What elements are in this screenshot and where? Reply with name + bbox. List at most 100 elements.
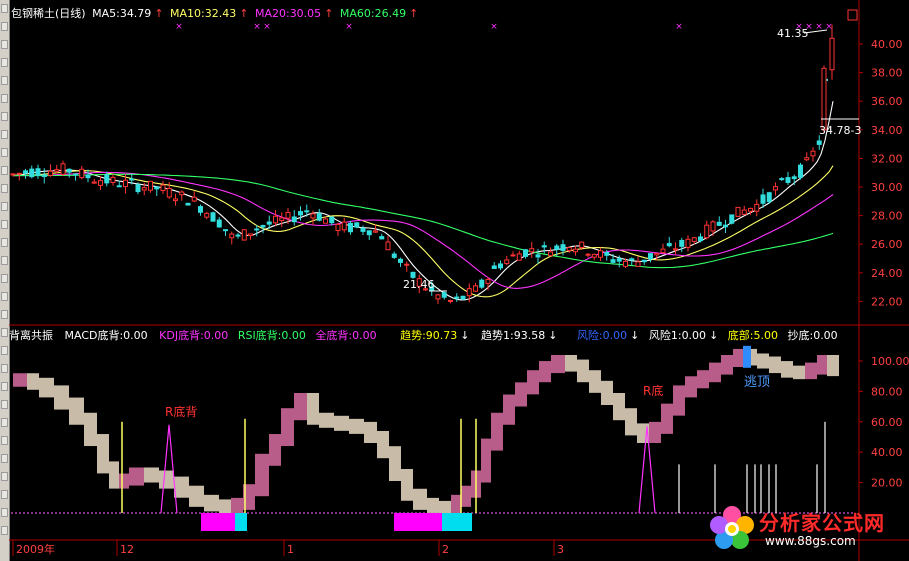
candle-up bbox=[585, 253, 591, 256]
candle-down bbox=[235, 234, 241, 237]
trend-bar-down bbox=[625, 408, 637, 436]
candle-down bbox=[260, 225, 266, 228]
y-tick-label: 34.00 bbox=[871, 124, 903, 137]
date-label: 2009年 bbox=[16, 542, 55, 556]
toolbar-button[interactable] bbox=[1, 112, 8, 121]
toolbar-button[interactable] bbox=[1, 292, 8, 301]
down-arrow-icon: ↓ bbox=[548, 329, 558, 342]
r-divergence-label: R底背 bbox=[165, 404, 197, 419]
candle-down bbox=[541, 245, 547, 248]
candle-up bbox=[504, 259, 510, 265]
y-tick-label: 32.00 bbox=[871, 152, 903, 165]
toolbar-button[interactable] bbox=[1, 418, 8, 427]
signal-mark: × bbox=[345, 22, 353, 32]
toolbar-button[interactable] bbox=[1, 94, 8, 103]
candle-up bbox=[10, 173, 16, 176]
candle-up bbox=[735, 206, 741, 217]
toolbar-button[interactable] bbox=[1, 256, 8, 265]
kline-chart[interactable]: 40.00 38.00 36.00 34.00 32.00 30.00 28.00 26.00… bbox=[9, 0, 909, 561]
trend-bar-up bbox=[805, 362, 817, 380]
trend-bar-down bbox=[219, 499, 231, 515]
toolbar-button[interactable] bbox=[1, 166, 8, 175]
candle-up bbox=[60, 163, 66, 175]
candle-down bbox=[216, 219, 222, 228]
toolbar-button[interactable] bbox=[1, 490, 8, 499]
candle-up bbox=[821, 67, 827, 131]
legend-macd: MACD底背:0.00 bbox=[64, 329, 148, 342]
trend-bar-up bbox=[817, 355, 827, 375]
toolbar-button[interactable] bbox=[1, 508, 8, 517]
trend-bar-down bbox=[565, 355, 577, 372]
toolbar-button[interactable] bbox=[1, 202, 8, 211]
toolbar-button[interactable] bbox=[1, 472, 8, 481]
trend-bar-up bbox=[539, 361, 551, 383]
candle-down bbox=[410, 271, 416, 278]
trend-bar-up bbox=[649, 421, 661, 443]
candle-up bbox=[373, 230, 378, 233]
toolbar-button[interactable] bbox=[1, 436, 8, 445]
toolbar-button[interactable] bbox=[1, 526, 8, 535]
toolbar-button[interactable] bbox=[1, 454, 8, 463]
trend-bar-up bbox=[697, 370, 709, 389]
risk-bar bbox=[743, 345, 751, 368]
toolbar-button[interactable] bbox=[1, 130, 8, 139]
y-tick-label: 38.00 bbox=[871, 67, 903, 80]
candle-up bbox=[710, 221, 716, 232]
candle-down bbox=[329, 216, 335, 224]
trend-bar-down bbox=[769, 356, 781, 374]
toolbar-button[interactable] bbox=[1, 346, 8, 355]
candle-down bbox=[779, 178, 785, 181]
toolbar-button[interactable] bbox=[1, 184, 8, 193]
toolbar-button[interactable] bbox=[1, 40, 8, 49]
candle-up bbox=[754, 203, 760, 212]
toolbar-button[interactable] bbox=[1, 148, 8, 157]
candle-up bbox=[229, 233, 235, 239]
candle-down bbox=[379, 236, 385, 240]
maximize-icon bbox=[847, 9, 858, 21]
candle-down bbox=[210, 212, 216, 222]
toolbar-button[interactable] bbox=[1, 4, 8, 13]
high-price-label: 41.35 bbox=[777, 27, 809, 40]
trend-bar-down bbox=[439, 500, 451, 515]
trend-bar-down bbox=[793, 365, 805, 380]
bottom-block bbox=[235, 513, 247, 531]
toolbar-button[interactable] bbox=[1, 76, 8, 85]
candle-down bbox=[629, 258, 635, 261]
candle-up bbox=[310, 213, 316, 219]
candle-down bbox=[198, 206, 203, 213]
trend-bar-down bbox=[27, 373, 39, 390]
y-tick-label: 40.00 bbox=[871, 446, 903, 459]
y-tick-label: 60.00 bbox=[871, 416, 903, 429]
toolbar-button[interactable] bbox=[1, 328, 8, 337]
candle-down bbox=[354, 222, 360, 228]
toolbar-button[interactable] bbox=[1, 364, 8, 373]
toolbar-button[interactable] bbox=[1, 382, 8, 391]
toolbar-button[interactable] bbox=[1, 220, 8, 229]
candle-up bbox=[148, 180, 153, 191]
candle-down bbox=[254, 228, 260, 231]
signal-mark: × bbox=[175, 22, 183, 32]
bottom-block bbox=[227, 513, 235, 531]
candle-down bbox=[41, 174, 47, 178]
y-tick-label: 40.00 bbox=[871, 38, 903, 51]
trend-bar-up bbox=[491, 412, 503, 451]
toolbar-button[interactable] bbox=[1, 400, 8, 409]
trend-bar-down bbox=[189, 485, 204, 507]
toolbar-button[interactable] bbox=[1, 22, 8, 31]
up-arrow-icon: ↑ bbox=[239, 7, 249, 20]
trend-bar-down bbox=[377, 431, 389, 459]
toolbar-button[interactable] bbox=[1, 274, 8, 283]
toolbar-button[interactable] bbox=[1, 58, 8, 67]
candle-up bbox=[404, 263, 410, 266]
candle-up bbox=[179, 191, 185, 196]
toolbar-button[interactable] bbox=[1, 238, 8, 247]
candle-up bbox=[48, 170, 53, 176]
bottom-block bbox=[394, 513, 432, 531]
trend-bar-down bbox=[827, 355, 839, 377]
candle-down bbox=[135, 184, 141, 193]
candle-up bbox=[685, 238, 691, 248]
trend-bar-down bbox=[307, 393, 319, 425]
candle-up bbox=[660, 248, 666, 254]
down-arrow-icon: ↓ bbox=[630, 329, 640, 342]
toolbar-button[interactable] bbox=[1, 310, 8, 319]
